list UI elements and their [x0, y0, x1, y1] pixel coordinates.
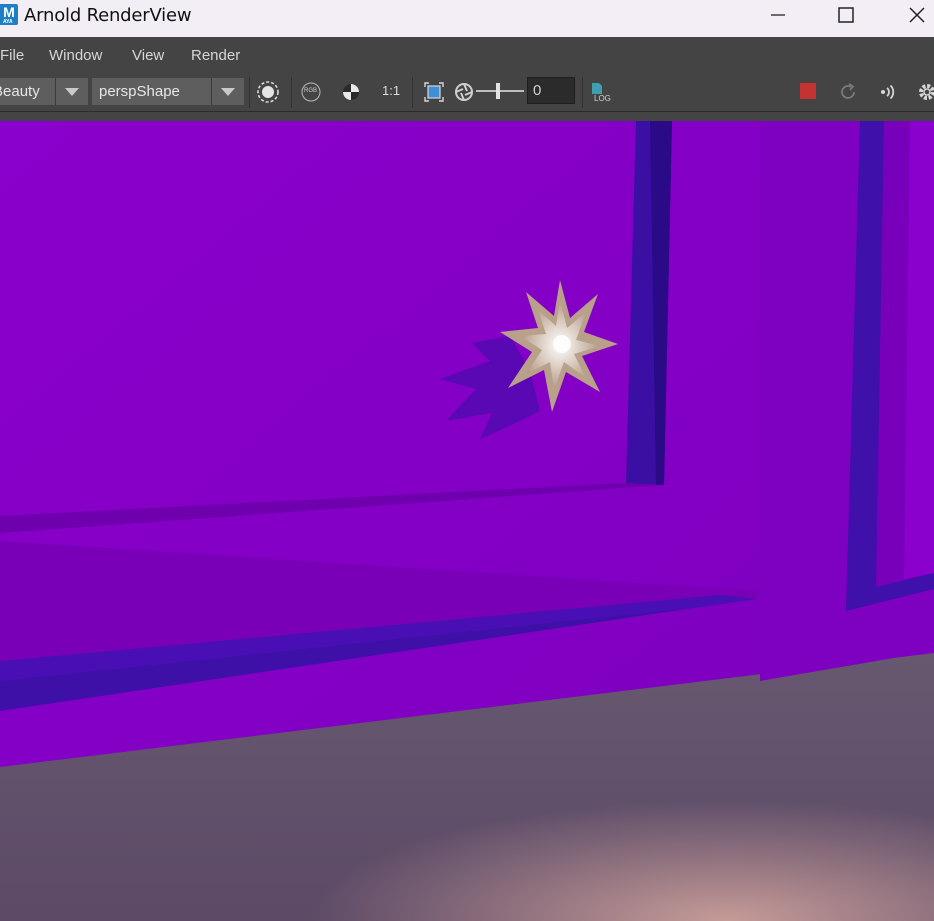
render-viewport[interactable] — [0, 121, 934, 921]
fit-frame-icon — [424, 82, 444, 102]
checker-button[interactable] — [339, 80, 363, 104]
title-bar: M AYA Arnold RenderView — [0, 0, 934, 37]
chevron-down-icon — [221, 88, 235, 96]
maximize-button[interactable] — [823, 0, 869, 32]
refresh-icon — [841, 83, 855, 99]
exposure-slider-track[interactable] — [476, 90, 524, 92]
minimize-button[interactable] — [755, 0, 801, 32]
render-region-icon — [257, 81, 279, 103]
toolbar-divider — [582, 77, 583, 108]
toolbar-divider — [291, 77, 292, 108]
menu-render[interactable]: Render — [191, 47, 240, 64]
maximize-icon — [838, 7, 854, 23]
gear-icon — [919, 84, 934, 100]
window-title: Arnold RenderView — [24, 5, 192, 26]
camera-dropdown[interactable]: perspShape — [92, 78, 244, 105]
app-icon-subtext: AYA — [3, 19, 13, 25]
ratio-1-1-button[interactable]: 1:1 — [382, 83, 400, 98]
refresh-render-button[interactable] — [836, 80, 860, 104]
fit-frame-button[interactable] — [422, 80, 446, 104]
minimize-icon — [771, 14, 785, 16]
log-label: LOG — [594, 94, 611, 103]
toolbar-divider — [249, 77, 250, 108]
aov-dropdown[interactable]: Beauty — [0, 78, 88, 105]
exposure-input[interactable] — [527, 77, 575, 104]
aov-dropdown-arrow[interactable] — [55, 78, 88, 105]
menu-bar: File Window View Render — [0, 37, 934, 73]
exposure-button[interactable] — [452, 80, 476, 104]
ipr-broadcast-icon — [881, 84, 895, 100]
ipr-button[interactable] — [876, 80, 900, 104]
exposure-slider-thumb[interactable] — [496, 83, 500, 99]
toolbar: Beauty perspShape RGB 1:1 — [0, 73, 934, 112]
maya-app-icon[interactable]: M AYA — [0, 4, 18, 25]
aov-dropdown-value: Beauty — [0, 83, 40, 100]
close-button[interactable] — [893, 0, 934, 32]
toolbar-divider — [412, 77, 413, 108]
close-icon — [909, 7, 925, 23]
camera-dropdown-arrow[interactable] — [211, 78, 244, 105]
menu-window[interactable]: Window — [49, 47, 102, 64]
stop-render-button[interactable] — [800, 83, 816, 99]
rendered-image — [0, 121, 934, 921]
menu-file[interactable]: File — [0, 47, 24, 64]
rgb-label: RGB — [304, 88, 318, 94]
chevron-down-icon — [65, 88, 79, 96]
checker-icon — [343, 84, 359, 100]
rgb-channel-button[interactable]: RGB — [299, 80, 323, 104]
menu-view[interactable]: View — [132, 47, 164, 64]
camera-dropdown-value: perspShape — [99, 83, 180, 100]
app-icon-letter: M — [3, 4, 15, 20]
log-button[interactable]: LOG — [589, 80, 613, 104]
floor-light-spot — [0, 653, 934, 921]
aperture-icon — [455, 83, 473, 101]
render-region-button[interactable] — [256, 80, 280, 104]
settings-button[interactable] — [915, 80, 934, 104]
